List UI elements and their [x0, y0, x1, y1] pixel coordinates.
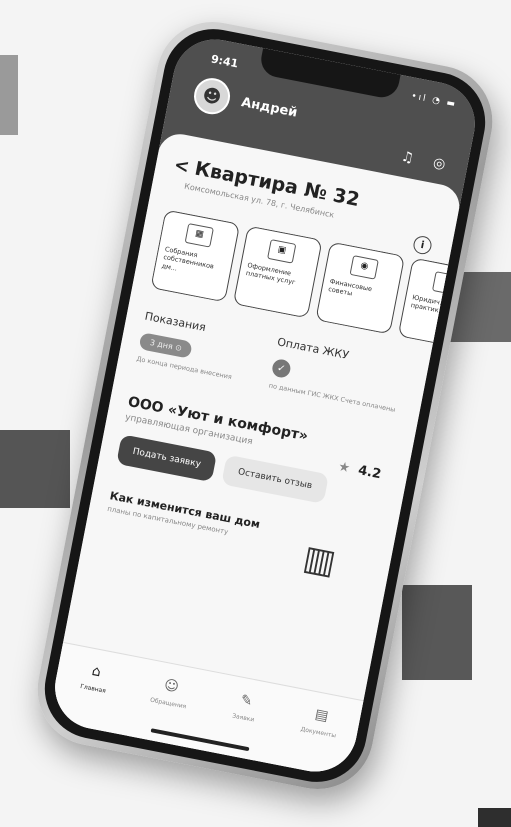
- nav-applications[interactable]: ✎ Заявки: [206, 687, 277, 762]
- readings-note: До конца периода внесения: [135, 354, 233, 382]
- leave-review-button[interactable]: Оставить отзыв: [221, 454, 329, 504]
- readings-days-badge: 3 дня ⊙: [138, 332, 194, 359]
- legal-icon: §: [431, 271, 462, 296]
- renovation-promo[interactable]: Как изменится ваш дом планы по капитальн…: [96, 489, 376, 619]
- finance-icon: ◉: [349, 255, 379, 280]
- star-icon: ★: [337, 459, 352, 477]
- phone-frame: 9:41 •ıl ◔ ▬ ☻ Андрей ♫ ◎ < Квартира № 3…: [28, 12, 502, 799]
- back-chevron-icon[interactable]: <: [172, 154, 191, 177]
- readings-block[interactable]: Показания 3 дня ⊙ До конца периода внесе…: [135, 310, 278, 391]
- rating-value: 4.2: [356, 463, 383, 483]
- phone-mockup: 9:41 •ıl ◔ ▬ ☻ Андрей ♫ ◎ < Квартира № 3…: [28, 12, 502, 799]
- payment-title: Оплата ЖКУ: [276, 335, 350, 362]
- organization-block: ООО «Уют и комфорт» управляющая организа…: [116, 394, 395, 515]
- nav-documents[interactable]: ▤ Документы: [281, 702, 352, 777]
- background-block: [0, 430, 70, 508]
- tile-meetings[interactable]: ▦ Собрания собственников дм...: [150, 209, 241, 303]
- services-icon: ▣: [267, 239, 297, 264]
- payment-note: по данным ГИС ЖКХ Счета оплачены: [268, 381, 397, 414]
- payment-block[interactable]: Оплата ЖКУ ✓ по данным ГИС ЖКХ Счета опл…: [268, 335, 411, 416]
- tile-label: Оформление платных услуг: [245, 261, 297, 287]
- bell-icon[interactable]: ♫: [400, 149, 415, 167]
- background-block: [402, 585, 472, 680]
- submit-request-button[interactable]: Подать заявку: [116, 434, 218, 483]
- user-avatar-icon[interactable]: ☻: [190, 75, 234, 118]
- nav-home[interactable]: ⌂ Главная: [56, 658, 127, 733]
- calendar-icon: ▦: [184, 223, 214, 248]
- check-icon: ✓: [270, 357, 292, 379]
- tile-label: Финансовые советы: [327, 277, 373, 298]
- tile-paid-services[interactable]: ▣ Оформление платных услуг: [232, 225, 323, 319]
- background-block: [0, 55, 18, 135]
- headset-icon[interactable]: ◎: [432, 155, 447, 173]
- tile-label: Собрания собственников дм...: [161, 245, 215, 273]
- background-block: [478, 808, 511, 827]
- tile-finance[interactable]: ◉ Финансовые советы: [315, 241, 406, 335]
- user-name: Андрей: [240, 94, 299, 121]
- building-repair-icon: ▥: [299, 537, 340, 584]
